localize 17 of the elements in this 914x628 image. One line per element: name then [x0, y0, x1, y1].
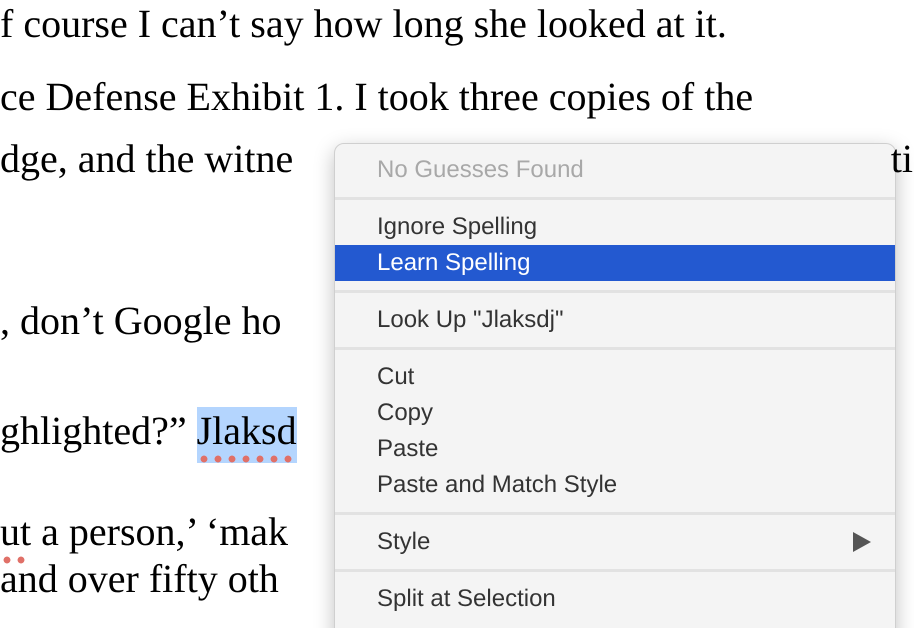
- document-text: ti: [890, 134, 913, 182]
- document-text: ce Defense Exhibit 1. I took three copies of the: [0, 72, 754, 120]
- menu-item[interactable]: Split at Selection: [335, 581, 895, 617]
- document-text: ghlighted?”: [0, 406, 188, 454]
- selected-word: Jlaksd: [196, 406, 297, 462]
- menu-item[interactable]: Copy: [335, 395, 895, 431]
- menu-item[interactable]: Ignore Spelling: [335, 209, 895, 245]
- menu-item[interactable]: Look Up "Jlaksdj": [335, 302, 895, 338]
- document-text: f course I can’t say how long she looked at it.: [0, 0, 727, 48]
- menu-item[interactable]: Paste and Match Style: [335, 467, 895, 503]
- document-text: dge, and the witne: [0, 134, 294, 182]
- menu-item[interactable]: Learn Spelling: [335, 245, 895, 281]
- document-text: , don’t Google ho: [0, 296, 282, 344]
- document-text: a person,’ ‘mak: [40, 508, 288, 556]
- menu-item[interactable]: Cut: [335, 359, 895, 395]
- menu-item[interactable]: Style: [335, 524, 895, 560]
- menu-item[interactable]: Paste: [335, 431, 895, 467]
